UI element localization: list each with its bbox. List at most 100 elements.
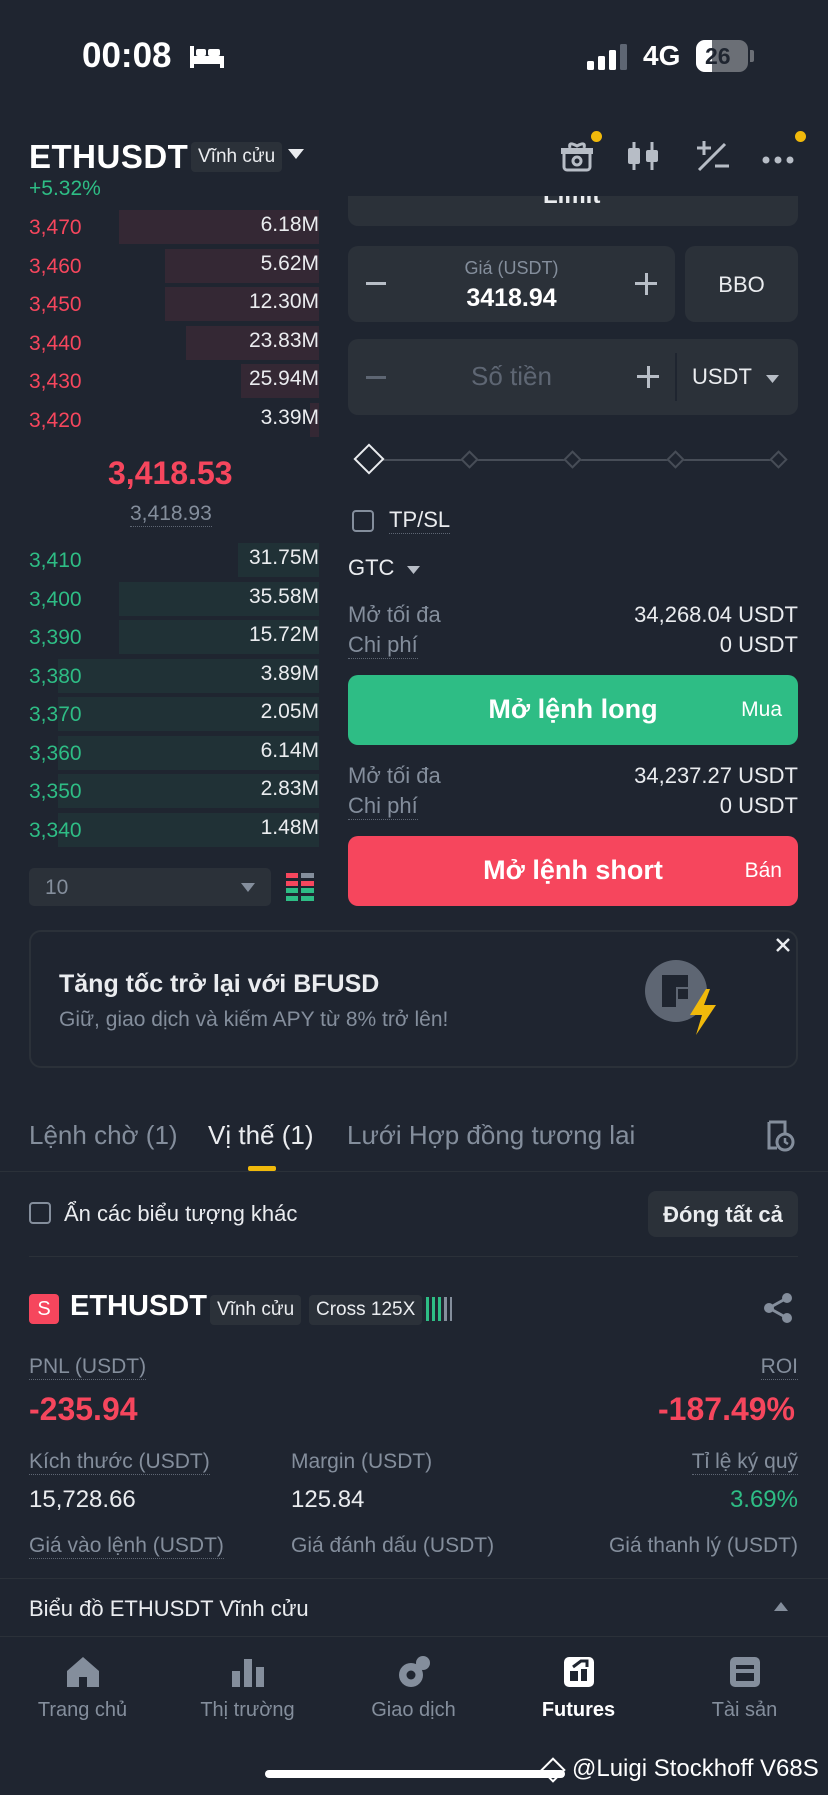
- nav-markets-label: Thị trường: [200, 1699, 295, 1721]
- share-icon[interactable]: [762, 1292, 794, 1324]
- tab-futures-grid[interactable]: Lưới Hợp đồng tương lai: [347, 1120, 635, 1151]
- slider-tick[interactable]: [563, 450, 582, 469]
- orderbook-qty: 6.18M: [260, 213, 319, 236]
- nav-trade[interactable]: Giao dịch: [331, 1637, 496, 1722]
- price-value: 3418.94: [466, 284, 557, 312]
- calculator-icon[interactable]: [693, 138, 733, 174]
- pair-title[interactable]: ETHUSDT: [29, 138, 188, 176]
- hide-other-symbols-label[interactable]: Ẩn các biểu tượng khác: [64, 1201, 297, 1227]
- orderbook-row[interactable]: 3,380 3.89M: [29, 658, 319, 693]
- pnl-label: PNL (USDT): [29, 1355, 147, 1380]
- home-icon: [66, 1657, 99, 1687]
- orderbook-price: 3,460: [29, 254, 82, 278]
- watermark-text: @Luigi Stockhoff V68S: [572, 1755, 819, 1782]
- bfusd-logo-icon: [645, 960, 716, 1035]
- orderbook-qty: 25.94M: [248, 367, 319, 390]
- orderbook-qty: 2.83M: [260, 777, 319, 800]
- margin-mode-tag[interactable]: Cross 125X: [309, 1295, 423, 1325]
- orderbook-row[interactable]: 3,360 6.14M: [29, 735, 319, 770]
- slider-tick[interactable]: [769, 450, 788, 469]
- amount-placeholder: Số tiền: [471, 361, 552, 391]
- open-long-label: Mở lệnh long: [488, 694, 658, 724]
- more-icon[interactable]: [760, 138, 800, 174]
- orderbook-row[interactable]: 3,370 2.05M: [29, 697, 319, 731]
- orderbook-row[interactable]: 3,470 6.18M: [29, 210, 319, 244]
- amount-unit-select[interactable]: USDT: [692, 364, 780, 390]
- entry-price-label: Giá vào lệnh (USDT): [29, 1534, 224, 1559]
- orderbook-row[interactable]: 3,350 2.83M: [29, 774, 319, 808]
- orderbook-row[interactable]: 3,390 15.72M: [29, 620, 319, 654]
- orderbook-price: 3,420: [29, 408, 82, 432]
- orderbook-price: 3,390: [29, 626, 82, 649]
- short-max-value: 34,237.27 USDT: [634, 763, 798, 788]
- mark-price: 3,418.93: [130, 502, 212, 527]
- futures-icon: [563, 1657, 594, 1687]
- order-history-icon[interactable]: [763, 1120, 795, 1152]
- order-type-select[interactable]: Limit: [348, 196, 798, 226]
- orderbook-row[interactable]: 3,340 1.48M: [29, 812, 319, 847]
- tpsl-checkbox[interactable]: [352, 510, 374, 532]
- close-all-button[interactable]: Đóng tất cả: [648, 1191, 798, 1237]
- promo-banner[interactable]: Tăng tốc trở lại với BFUSD Giữ, giao dịc…: [29, 930, 798, 1068]
- watermark: @Luigi Stockhoff V68S: [540, 1755, 819, 1783]
- nav-home[interactable]: Trang chủ: [0, 1637, 165, 1722]
- tab-positions[interactable]: Vị thế (1): [208, 1120, 314, 1151]
- roi-label: ROI: [760, 1355, 798, 1380]
- orderbook-row[interactable]: 3,400 35.58M: [29, 581, 319, 616]
- nav-home-label: Trang chủ: [37, 1699, 128, 1721]
- plus-icon[interactable]: [637, 366, 659, 388]
- mark-price-label: Giá đánh dấu (USDT): [291, 1534, 495, 1557]
- orderbook-row[interactable]: 3,450 12.30M: [29, 287, 319, 321]
- chevron-down-icon: [241, 883, 255, 892]
- long-cost-label: Chi phí: [348, 632, 418, 659]
- depth-step-select[interactable]: 10: [29, 868, 271, 906]
- orderbook-row[interactable]: 3,430 25.94M: [29, 364, 319, 398]
- price-input[interactable]: Giá (USDT) 3418.94: [348, 246, 675, 322]
- slider-handle[interactable]: [353, 443, 385, 475]
- position-pair[interactable]: ETHUSDT: [70, 1290, 207, 1323]
- orderbook-qty: 31.75M: [248, 546, 319, 569]
- candlestick-icon[interactable]: [624, 138, 664, 174]
- gift-icon[interactable]: [558, 138, 598, 174]
- orderbook-row[interactable]: 3,410 31.75M: [29, 543, 319, 577]
- contract-type-tag: Vĩnh cửu: [191, 142, 283, 172]
- orderbook-qty: 23.83M: [248, 328, 319, 352]
- close-icon[interactable]: [776, 938, 790, 952]
- slider-tick[interactable]: [666, 450, 685, 469]
- orderbook-row[interactable]: 3,440 23.83M: [29, 325, 319, 360]
- tif-select[interactable]: GTC: [348, 555, 420, 581]
- orderbook-qty: 1.48M: [260, 815, 319, 839]
- slider-tick[interactable]: [460, 450, 479, 469]
- open-long-button[interactable]: Mở lệnh long Mua: [348, 675, 798, 745]
- battery-level: 26: [705, 43, 731, 69]
- trade-icon: [398, 1656, 430, 1687]
- orderbook-row[interactable]: 3,460 5.62M: [29, 248, 319, 283]
- sleep-icon: [190, 46, 224, 68]
- banner-subtitle: Giữ, giao dịch và kiếm APY từ 8% trở lên…: [59, 1008, 449, 1031]
- orderbook-row[interactable]: 3,420 3.39M: [29, 402, 319, 437]
- divider: [29, 1256, 798, 1257]
- orderbook-view-icon[interactable]: [286, 873, 314, 901]
- nav-markets[interactable]: Thị trường: [165, 1637, 330, 1722]
- price-label: Giá (USDT): [464, 258, 559, 278]
- bbo-button[interactable]: BBO: [685, 246, 798, 322]
- orderbook-qty: 3.89M: [260, 661, 319, 685]
- orderbook-price: 3,440: [29, 331, 82, 355]
- nav-futures[interactable]: Futures: [496, 1637, 661, 1722]
- margin-value: 125.84: [291, 1486, 365, 1513]
- short-cost-label: Chi phí: [348, 793, 418, 820]
- chevron-down-icon: [766, 375, 780, 384]
- open-short-button[interactable]: Mở lệnh short Bán: [348, 836, 798, 906]
- chevron-down-icon[interactable]: [288, 149, 304, 161]
- margin-ratio-label: Tỉ lệ ký quỹ: [691, 1450, 798, 1475]
- nav-assets[interactable]: Tài sản: [662, 1637, 827, 1722]
- hide-other-symbols-checkbox[interactable]: [29, 1202, 51, 1224]
- tab-open-orders[interactable]: Lệnh chờ (1): [29, 1120, 178, 1151]
- chart-drawer[interactable]: Biểu đồ ETHUSDT Vĩnh cửu: [0, 1578, 828, 1636]
- orderbook-price: 3,350: [29, 780, 82, 803]
- tpsl-label[interactable]: TP/SL: [389, 507, 451, 534]
- amount-input[interactable]: Số tiền USDT: [348, 339, 798, 415]
- plus-icon[interactable]: [635, 273, 657, 295]
- orderbook-qty: 3.39M: [260, 405, 319, 429]
- last-price[interactable]: 3,418.53: [108, 455, 233, 492]
